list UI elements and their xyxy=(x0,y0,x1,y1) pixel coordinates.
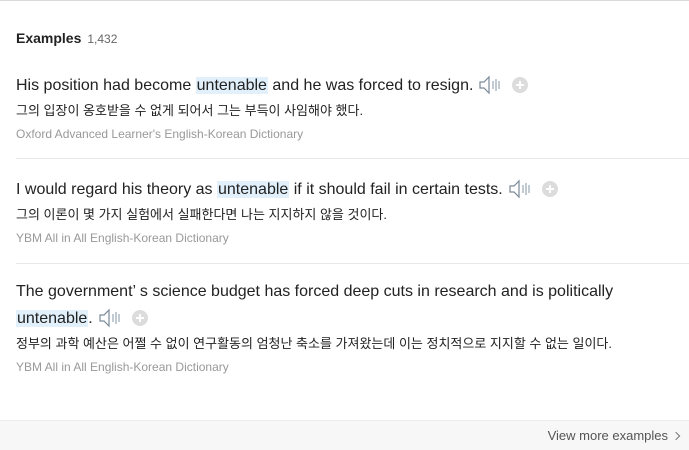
footer-bar: View more examples xyxy=(0,420,689,450)
example-sentence: I would regard his theory as untenable i… xyxy=(16,176,664,203)
sentence-text: The government’ s science budget has for… xyxy=(16,283,614,300)
plus-icon[interactable] xyxy=(131,309,148,326)
speaker-icon[interactable] xyxy=(98,308,124,328)
divider xyxy=(16,158,689,159)
example-translation: 그의 이론이 몇 가지 실험에서 실패한다면 나는 지지하지 않을 것이다. xyxy=(16,207,387,222)
example-item: The government’ s science budget has for… xyxy=(16,278,689,374)
highlighted-word: untenable xyxy=(195,77,268,94)
example-sentence: The government’ s science budget has for… xyxy=(16,278,664,332)
example-source: Oxford Advanced Learner's English-Korean… xyxy=(16,127,304,141)
plus-icon[interactable] xyxy=(541,180,558,197)
sentence-text: if it should fail in certain tests. xyxy=(289,181,503,198)
example-translation: 그의 입장이 옹호받을 수 없게 되어서 그는 부득이 사임해야 했다. xyxy=(16,103,364,118)
examples-title: Examples xyxy=(16,30,82,46)
speaker-icon[interactable] xyxy=(478,75,504,95)
view-more-examples-link[interactable]: View more examples xyxy=(547,428,681,443)
highlighted-word: untenable xyxy=(16,310,89,327)
chevron-right-icon xyxy=(671,431,681,440)
example-source: YBM All in All English-Korean Dictionary xyxy=(16,360,229,374)
example-translation: 정부의 과학 예산은 어쩔 수 없이 연구활동의 엄청난 축소를 가져왔는데 이… xyxy=(16,336,612,351)
examples-header: Examples 1,432 xyxy=(16,30,117,46)
sentence-text: . xyxy=(88,310,93,327)
view-more-label: View more examples xyxy=(547,428,668,443)
divider xyxy=(16,263,689,264)
highlighted-word: untenable xyxy=(217,181,290,198)
example-item: His position had become untenable and he… xyxy=(16,72,689,141)
plus-icon[interactable] xyxy=(512,76,529,93)
top-border xyxy=(0,0,689,1)
example-source: YBM All in All English-Korean Dictionary xyxy=(16,231,229,245)
sentence-text: His position had become xyxy=(16,77,196,94)
example-item: I would regard his theory as untenable i… xyxy=(16,176,689,245)
sentence-text: I would regard his theory as xyxy=(16,181,217,198)
example-sentence: His position had become untenable and he… xyxy=(16,72,664,99)
sentence-text: and he was forced to resign. xyxy=(267,77,474,94)
examples-count: 1,432 xyxy=(87,32,118,46)
speaker-icon[interactable] xyxy=(508,179,534,199)
